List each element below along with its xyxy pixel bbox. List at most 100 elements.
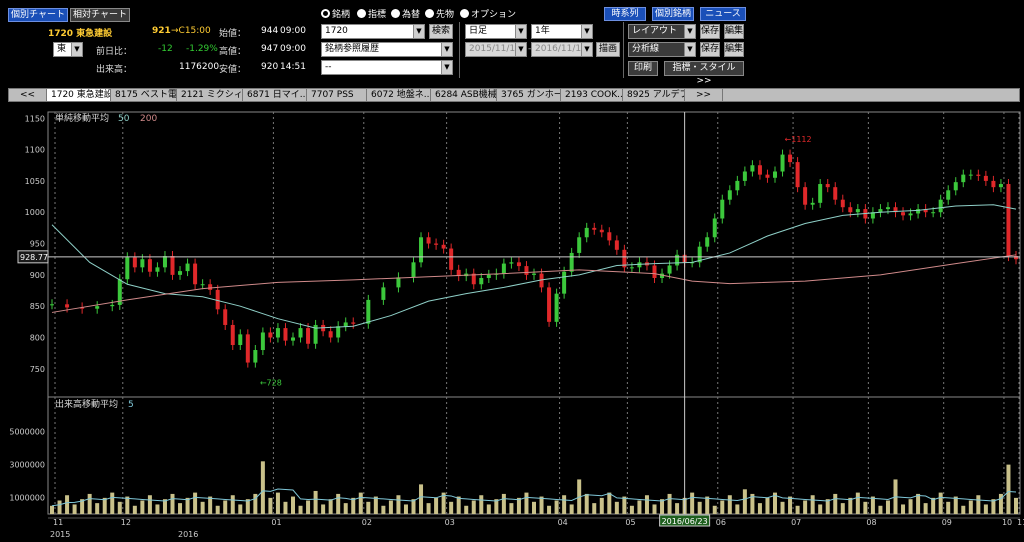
volume-bar <box>524 492 529 514</box>
candle-body <box>449 248 454 270</box>
y-tick-label: 800 <box>30 333 45 342</box>
candle-body <box>479 277 484 285</box>
candle-body <box>328 331 333 338</box>
candle-body <box>268 332 273 338</box>
candle-body <box>253 350 258 363</box>
candle-body <box>215 289 220 310</box>
candle-body <box>599 229 604 233</box>
price-chart[interactable]: 11 12 01 02 03 04 05 06 07 08 09 10 11 2015 2016 750 800… <box>0 0 1024 542</box>
x-tick-label: 09 <box>942 518 952 527</box>
candle-body <box>562 271 567 294</box>
volume-bar <box>306 500 311 514</box>
candle-body <box>170 256 175 275</box>
candle-body <box>991 180 996 188</box>
volume-bar <box>539 496 544 514</box>
candle-body <box>426 237 431 244</box>
volume-bar <box>87 493 92 514</box>
y-tick-label: 1100 <box>25 146 45 155</box>
volume-bar <box>328 499 333 514</box>
volume-bar <box>132 505 137 514</box>
volume-bar <box>795 505 800 514</box>
candle-body <box>931 212 936 214</box>
candle-body <box>95 306 100 309</box>
candle-body <box>396 277 401 288</box>
x-tick-label: 05 <box>625 518 635 527</box>
candle-body <box>577 237 582 253</box>
candle-body <box>283 328 288 341</box>
volume-bar <box>697 501 702 514</box>
y-tick-label: 850 <box>30 302 45 311</box>
candle-body <box>818 184 823 203</box>
volume-bar <box>607 492 612 514</box>
volume-bar <box>178 503 183 514</box>
x-tick-label: 03 <box>445 518 455 527</box>
volume-bar <box>727 495 732 514</box>
volume-bar <box>803 500 808 514</box>
high-annotation: ←1112 <box>785 135 812 144</box>
candle-body <box>441 244 446 249</box>
volume-bar <box>629 505 634 514</box>
volume-bar <box>125 496 130 514</box>
x-tick-label: 11 <box>53 518 63 527</box>
volume-bar <box>268 497 273 514</box>
volume-bar <box>562 495 567 514</box>
volume-bar <box>765 497 770 514</box>
volume-bar <box>140 500 145 514</box>
candle-body <box>193 263 198 285</box>
candle-body <box>855 209 860 213</box>
candle-body <box>110 304 115 307</box>
candle-body <box>260 332 265 351</box>
volume-bar <box>456 496 461 514</box>
volume-bar <box>193 492 198 514</box>
candle-body <box>178 271 183 275</box>
candle-body <box>230 324 235 346</box>
candle-body <box>968 174 973 176</box>
y-tick-label: 1000 <box>25 208 45 217</box>
candle-body <box>998 184 1003 188</box>
volume-bar <box>901 504 906 514</box>
volume-bar <box>351 497 356 514</box>
candle-body <box>803 187 808 205</box>
volume-legend-label: 出来高移動平均 <box>55 398 118 410</box>
candle-body <box>306 328 311 344</box>
candle-body <box>343 322 348 327</box>
candle-body <box>366 299 371 324</box>
candle-body <box>50 304 54 306</box>
volume-bar <box>532 501 536 514</box>
y-tick-label: 1050 <box>25 177 45 186</box>
candle-body <box>524 266 529 275</box>
volume-bar <box>200 501 205 514</box>
candle-body <box>825 184 830 188</box>
candle-body <box>983 175 988 181</box>
x-tick-label: 06 <box>716 518 726 527</box>
volume-bar <box>652 504 657 514</box>
volume-bar <box>419 484 424 514</box>
volume-bar <box>690 492 695 514</box>
volume-bar <box>238 504 243 514</box>
volume-bar <box>712 505 717 514</box>
volume-bar <box>291 496 295 514</box>
volume-bar <box>501 493 506 514</box>
volume-bar <box>147 495 152 514</box>
volume-bar <box>667 493 672 514</box>
volume-bar <box>923 503 928 514</box>
candle-body <box>720 199 725 219</box>
x-tick-label: 07 <box>791 518 801 527</box>
candle-body <box>291 337 295 341</box>
volume-bar <box>155 504 160 514</box>
candle-body <box>765 174 770 178</box>
volume-bar <box>742 489 747 514</box>
volume-bar <box>757 503 762 514</box>
volume-bar <box>622 496 627 514</box>
volume-bar <box>471 500 476 514</box>
volume-bar <box>185 497 190 514</box>
y-tick-label: 950 <box>30 240 45 249</box>
candle-body <box>976 174 981 176</box>
candle-body <box>223 309 228 325</box>
volume-bar <box>479 495 484 514</box>
volume-bar <box>569 504 574 514</box>
candle-body <box>750 165 755 172</box>
volume-bar <box>298 505 303 514</box>
volume-bar <box>449 501 454 514</box>
volume-bar <box>170 493 175 514</box>
